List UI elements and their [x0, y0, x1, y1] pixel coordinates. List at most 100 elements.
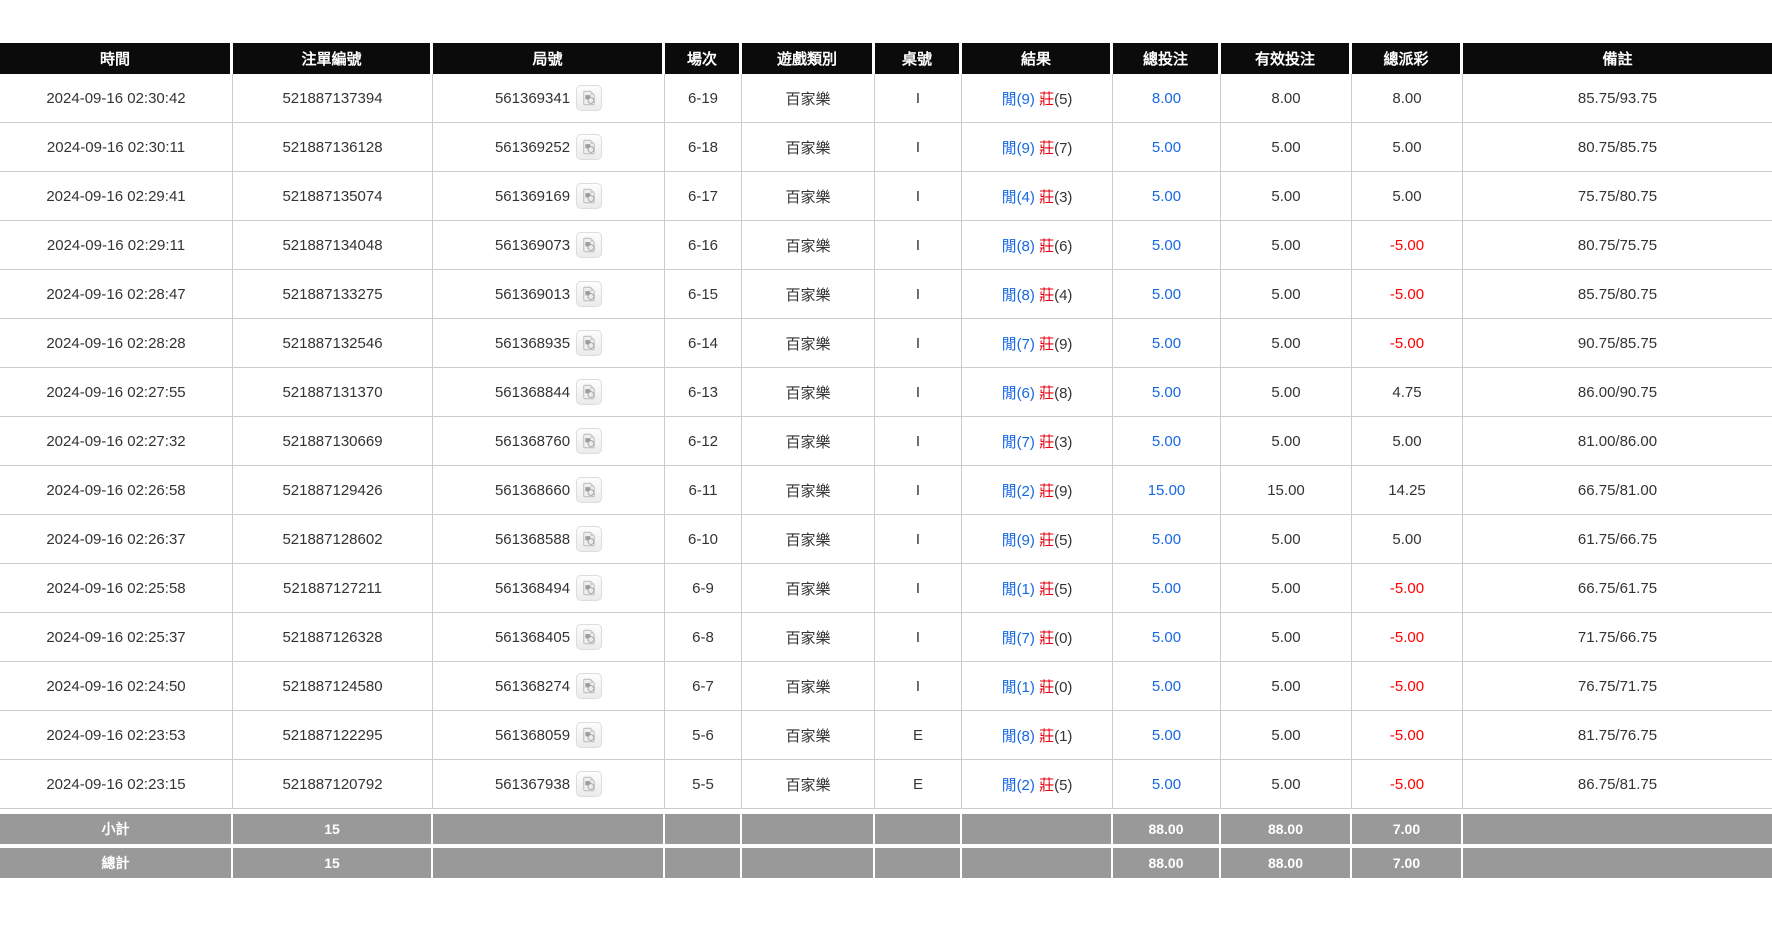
- result-banker-score: (1): [1054, 728, 1072, 745]
- col-header-session: 場次: [665, 43, 742, 74]
- cell-total-payout: 14.25: [1352, 466, 1463, 515]
- table-row: 2024-09-16 02:26:58 521887129426 5613686…: [0, 466, 1772, 515]
- cell-table-number: E: [875, 760, 962, 809]
- total-bet-link[interactable]: 5.00: [1152, 678, 1181, 695]
- cell-time: 2024-09-16 02:29:41: [0, 172, 233, 221]
- video-replay-button[interactable]: [576, 330, 602, 356]
- cell-time: 2024-09-16 02:25:58: [0, 564, 233, 613]
- cell-bet-number: 521887128602: [233, 515, 433, 564]
- cell-session: 6-15: [665, 270, 742, 319]
- cell-total-payout: -5.00: [1352, 270, 1463, 319]
- cell-session: 6-8: [665, 613, 742, 662]
- video-replay-icon: [580, 726, 598, 744]
- total-bet-link[interactable]: 5.00: [1152, 629, 1181, 646]
- cell-session: 6-7: [665, 662, 742, 711]
- total-bet-link[interactable]: 8.00: [1152, 90, 1181, 107]
- bet-records-table: 時間 注單編號 局號 場次 遊戲類別 桌號 結果 總投注 有效投注 總派彩 備註…: [0, 43, 1772, 878]
- total-bet-link[interactable]: 5.00: [1152, 384, 1181, 401]
- video-replay-button[interactable]: [576, 624, 602, 650]
- cell-round-number: 561369341: [433, 74, 665, 123]
- video-replay-icon: [580, 579, 598, 597]
- video-replay-button[interactable]: [576, 526, 602, 552]
- video-replay-button[interactable]: [576, 85, 602, 111]
- cell-result: 閒(1) 莊(0): [962, 662, 1113, 711]
- total-bet-link[interactable]: 5.00: [1152, 335, 1181, 352]
- cell-time: 2024-09-16 02:28:28: [0, 319, 233, 368]
- cell-result: 閒(2) 莊(5): [962, 760, 1113, 809]
- result-player-score: 閒(9): [1002, 140, 1035, 157]
- cell-session: 6-9: [665, 564, 742, 613]
- video-replay-icon: [580, 677, 598, 695]
- total-bet-link[interactable]: 5.00: [1152, 531, 1181, 548]
- total-bet-link[interactable]: 5.00: [1152, 727, 1181, 744]
- col-header-table-number: 桌號: [875, 43, 962, 74]
- cell-remark: 81.75/76.75: [1463, 711, 1772, 760]
- total-bet-link[interactable]: 5.00: [1152, 286, 1181, 303]
- total-bet-link[interactable]: 5.00: [1152, 139, 1181, 156]
- video-replay-button[interactable]: [576, 428, 602, 454]
- video-replay-button[interactable]: [576, 771, 602, 797]
- video-replay-button[interactable]: [576, 673, 602, 699]
- cell-table-number: E: [875, 711, 962, 760]
- cell-valid-bet: 5.00: [1221, 613, 1352, 662]
- cell-round-number: 561368844: [433, 368, 665, 417]
- cell-bet-number: 521887132546: [233, 319, 433, 368]
- cell-result: 閒(7) 莊(9): [962, 319, 1113, 368]
- cell-time: 2024-09-16 02:28:47: [0, 270, 233, 319]
- video-replay-icon: [580, 432, 598, 450]
- cell-remark: 71.75/66.75: [1463, 613, 1772, 662]
- cell-table-number: I: [875, 221, 962, 270]
- cell-bet-number: 521887134048: [233, 221, 433, 270]
- cell-remark: 80.75/75.75: [1463, 221, 1772, 270]
- cell-game-type: 百家樂: [742, 466, 875, 515]
- result-banker-score: (3): [1054, 189, 1072, 206]
- total-bet-link[interactable]: 5.00: [1152, 776, 1181, 793]
- video-replay-button[interactable]: [576, 232, 602, 258]
- cell-valid-bet: 8.00: [1221, 74, 1352, 123]
- result-player-score: 閒(7): [1002, 630, 1035, 647]
- result-player-score: 閒(2): [1002, 483, 1035, 500]
- total-bet-link[interactable]: 5.00: [1152, 188, 1181, 205]
- cell-valid-bet: 5.00: [1221, 368, 1352, 417]
- result-banker-label: 莊: [1039, 238, 1054, 255]
- table-row: 2024-09-16 02:25:58 521887127211 5613684…: [0, 564, 1772, 613]
- video-replay-button[interactable]: [576, 281, 602, 307]
- video-replay-button[interactable]: [576, 477, 602, 503]
- col-header-result: 結果: [962, 43, 1113, 74]
- cell-session: 6-16: [665, 221, 742, 270]
- cell-session: 6-13: [665, 368, 742, 417]
- col-header-total-payout: 總派彩: [1352, 43, 1463, 74]
- cell-time: 2024-09-16 02:25:37: [0, 613, 233, 662]
- total-bet-link[interactable]: 15.00: [1148, 482, 1186, 499]
- video-replay-icon: [580, 138, 598, 156]
- total-bet-link[interactable]: 5.00: [1152, 237, 1181, 254]
- cell-bet-number: 521887130669: [233, 417, 433, 466]
- grandtotal-total-bet: 88.00: [1113, 844, 1221, 878]
- cell-result: 閒(7) 莊(0): [962, 613, 1113, 662]
- cell-result: 閒(2) 莊(9): [962, 466, 1113, 515]
- video-replay-button[interactable]: [576, 183, 602, 209]
- result-banker-label: 莊: [1039, 385, 1054, 402]
- cell-total-bet: 5.00: [1113, 417, 1221, 466]
- result-banker-label: 莊: [1039, 189, 1054, 206]
- video-replay-button[interactable]: [576, 379, 602, 405]
- table-row: 2024-09-16 02:30:42 521887137394 5613693…: [0, 74, 1772, 123]
- total-bet-link[interactable]: 5.00: [1152, 580, 1181, 597]
- cell-valid-bet: 5.00: [1221, 662, 1352, 711]
- cell-total-bet: 5.00: [1113, 221, 1221, 270]
- video-replay-button[interactable]: [576, 134, 602, 160]
- round-number-value: 561368588: [495, 531, 570, 548]
- video-replay-button[interactable]: [576, 575, 602, 601]
- grandtotal-valid-bet: 88.00: [1221, 844, 1352, 878]
- video-replay-button[interactable]: [576, 722, 602, 748]
- table-row: 2024-09-16 02:25:37 521887126328 5613684…: [0, 613, 1772, 662]
- total-bet-link[interactable]: 5.00: [1152, 433, 1181, 450]
- result-banker-label: 莊: [1039, 679, 1054, 696]
- cell-round-number: 561369013: [433, 270, 665, 319]
- cell-table-number: I: [875, 564, 962, 613]
- table-header: 時間 注單編號 局號 場次 遊戲類別 桌號 結果 總投注 有效投注 總派彩 備註: [0, 43, 1772, 74]
- result-banker-label: 莊: [1039, 336, 1054, 353]
- table-row: 2024-09-16 02:23:15 521887120792 5613679…: [0, 760, 1772, 809]
- round-number-value: 561368935: [495, 335, 570, 352]
- result-banker-label: 莊: [1039, 287, 1054, 304]
